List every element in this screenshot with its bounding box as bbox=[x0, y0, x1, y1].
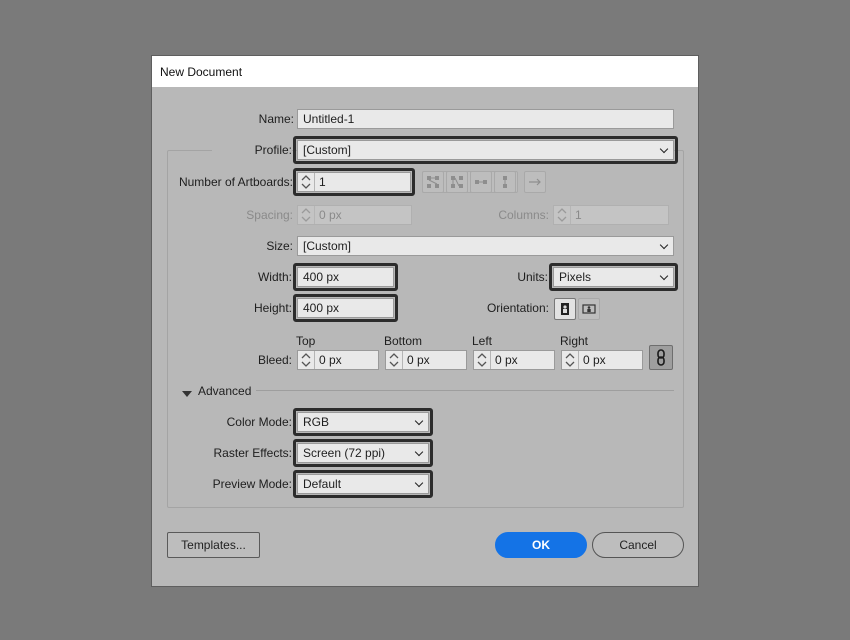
name-input[interactable]: Untitled-1 bbox=[297, 109, 674, 129]
bleed-left-label: Left bbox=[472, 334, 493, 348]
orientation-label: Orientation: bbox=[486, 301, 549, 315]
landscape-icon[interactable] bbox=[578, 298, 600, 320]
stepper-arrows-icon[interactable] bbox=[562, 351, 579, 369]
link-icon[interactable] bbox=[649, 345, 673, 370]
name-label: Name: bbox=[258, 112, 294, 126]
bleed-top-label: Top bbox=[296, 334, 316, 348]
advanced-toggle-label[interactable]: Advanced bbox=[198, 384, 251, 398]
bleed-top-stepper[interactable]: 0 px bbox=[297, 350, 379, 370]
stepper-arrows-icon bbox=[298, 206, 315, 224]
columns-value: 1 bbox=[575, 208, 582, 222]
units-select[interactable]: Pixels bbox=[553, 267, 674, 287]
chevron-down-icon bbox=[414, 447, 424, 457]
bleed-label: Bleed: bbox=[257, 353, 292, 367]
arrange-grid-by-row-icon[interactable] bbox=[422, 171, 444, 193]
preview-mode-value: Default bbox=[303, 477, 342, 491]
preview-mode-select[interactable]: Default bbox=[297, 474, 429, 494]
arrange-grid-by-column-icon[interactable] bbox=[446, 171, 468, 193]
artboards-value: 1 bbox=[319, 175, 326, 189]
profile-value: [Custom] bbox=[303, 143, 352, 157]
cancel-button[interactable]: Cancel bbox=[592, 532, 684, 558]
raster-effects-value: Screen (72 ppi) bbox=[303, 446, 386, 460]
units-label: Units: bbox=[517, 270, 548, 284]
width-input[interactable]: 400 px bbox=[297, 267, 394, 287]
stepper-arrows-icon[interactable] bbox=[386, 351, 403, 369]
color-mode-label: Color Mode: bbox=[226, 415, 292, 429]
title-bar: New Document bbox=[152, 56, 698, 87]
bleed-bottom-value: 0 px bbox=[407, 353, 430, 367]
stepper-arrows-icon[interactable] bbox=[298, 351, 315, 369]
arrange-by-row-icon[interactable] bbox=[470, 171, 492, 193]
size-label: Size: bbox=[266, 239, 293, 253]
portrait-icon[interactable] bbox=[554, 298, 576, 320]
chevron-down-icon bbox=[659, 271, 669, 281]
size-select[interactable]: [Custom] bbox=[297, 236, 674, 256]
spacing-stepper[interactable]: 0 px bbox=[297, 205, 412, 225]
height-label: Height: bbox=[253, 301, 292, 315]
bleed-left-stepper[interactable]: 0 px bbox=[473, 350, 555, 370]
triangle-down-icon[interactable] bbox=[182, 387, 192, 397]
bleed-right-label: Right bbox=[560, 334, 589, 348]
artboards-label: Number of Artboards: bbox=[178, 175, 293, 189]
new-document-dialog: New Document Name: Untitled-1 Profile: [… bbox=[151, 55, 699, 587]
ok-button[interactable]: OK bbox=[495, 532, 587, 558]
preview-mode-label: Preview Mode: bbox=[212, 477, 292, 491]
units-value: Pixels bbox=[559, 270, 592, 284]
color-mode-value: RGB bbox=[303, 415, 330, 429]
raster-effects-label: Raster Effects: bbox=[213, 446, 292, 460]
bleed-top-value: 0 px bbox=[319, 353, 342, 367]
columns-stepper[interactable]: 1 bbox=[553, 205, 669, 225]
templates-button[interactable]: Templates... bbox=[167, 532, 260, 558]
stepper-arrows-icon bbox=[554, 206, 571, 224]
chevron-down-icon bbox=[414, 478, 424, 488]
height-input[interactable]: 400 px bbox=[297, 298, 394, 318]
dialog-title: New Document bbox=[160, 65, 243, 79]
artboards-stepper[interactable]: 1 bbox=[297, 172, 411, 192]
columns-label: Columns: bbox=[498, 208, 549, 222]
bleed-bottom-label: Bottom bbox=[384, 334, 423, 348]
size-value: [Custom] bbox=[303, 239, 352, 253]
profile-select[interactable]: [Custom] bbox=[297, 140, 674, 160]
chevron-down-icon bbox=[659, 240, 669, 250]
raster-effects-select[interactable]: Screen (72 ppi) bbox=[297, 443, 429, 463]
bleed-right-stepper[interactable]: 0 px bbox=[561, 350, 643, 370]
right-to-left-layout-icon[interactable] bbox=[524, 171, 546, 193]
advanced-divider bbox=[256, 390, 674, 391]
spacing-label: Spacing: bbox=[246, 208, 293, 222]
chevron-down-icon bbox=[414, 416, 424, 426]
stepper-arrows-icon[interactable] bbox=[298, 173, 315, 191]
arrange-by-column-icon[interactable] bbox=[494, 171, 516, 193]
bleed-left-value: 0 px bbox=[495, 353, 518, 367]
spacing-value: 0 px bbox=[319, 208, 342, 222]
stepper-arrows-icon[interactable] bbox=[474, 351, 491, 369]
bleed-bottom-stepper[interactable]: 0 px bbox=[385, 350, 467, 370]
chevron-down-icon bbox=[659, 144, 669, 154]
color-mode-select[interactable]: RGB bbox=[297, 412, 429, 432]
profile-label: Profile: bbox=[212, 143, 292, 157]
width-label: Width: bbox=[257, 270, 292, 284]
bleed-right-value: 0 px bbox=[583, 353, 606, 367]
